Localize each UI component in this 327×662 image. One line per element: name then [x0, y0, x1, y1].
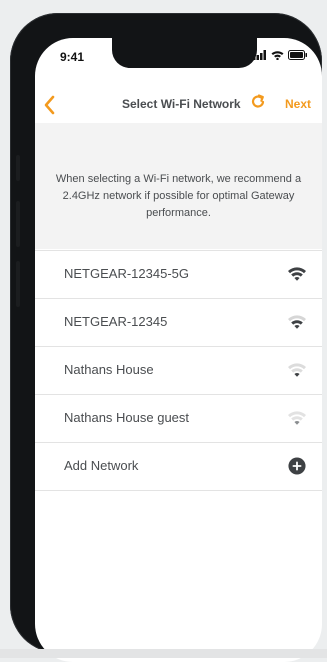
network-list: NETGEAR-12345-5G NETGEAR-12345 Nathans H… [35, 250, 322, 491]
wifi-status-icon [271, 51, 284, 60]
phone-side-button [16, 261, 20, 307]
info-text: When selecting a Wi-Fi network, we recom… [55, 173, 302, 219]
network-name: NETGEAR-12345 [64, 314, 168, 329]
phone-side-button [16, 201, 20, 247]
next-button[interactable]: Next [285, 97, 311, 111]
info-panel: When selecting a Wi-Fi network, we recom… [35, 123, 322, 249]
battery-icon [288, 50, 307, 60]
network-row[interactable]: Nathans House guest [35, 394, 322, 442]
network-row[interactable]: Nathans House [35, 346, 322, 394]
plus-circle-icon[interactable] [287, 457, 307, 475]
phone-screen: 9:41 Select Wi-Fi Network Next When sele… [35, 38, 322, 662]
refresh-button[interactable] [249, 93, 267, 111]
notch [112, 38, 257, 68]
status-time: 9:41 [60, 50, 85, 64]
network-name: Nathans House guest [64, 410, 190, 425]
phone-frame: 9:41 Select Wi-Fi Network Next When sele… [10, 13, 322, 662]
add-network-label: Add Network [64, 458, 139, 473]
network-row[interactable]: NETGEAR-12345 [35, 298, 322, 346]
back-button[interactable] [41, 94, 59, 116]
network-name: NETGEAR-12345-5G [64, 266, 189, 281]
wifi-good-icon [288, 315, 306, 329]
status-icons [253, 50, 308, 60]
page-title: Select Wi-Fi Network [122, 97, 241, 111]
status-bar: 9:41 [35, 38, 322, 78]
navigation-bar: Select Wi-Fi Network Next [35, 88, 322, 122]
network-name: Nathans House [64, 362, 154, 377]
wifi-weak-icon [288, 411, 306, 425]
wifi-medium-icon [288, 363, 306, 377]
wifi-strong-icon [288, 267, 306, 281]
phone-side-button [16, 155, 20, 181]
add-network-row[interactable]: Add Network [35, 442, 322, 491]
cellular-signal-icon [253, 50, 266, 60]
network-row[interactable]: NETGEAR-12345-5G [35, 250, 322, 298]
bottom-edge [0, 649, 327, 658]
